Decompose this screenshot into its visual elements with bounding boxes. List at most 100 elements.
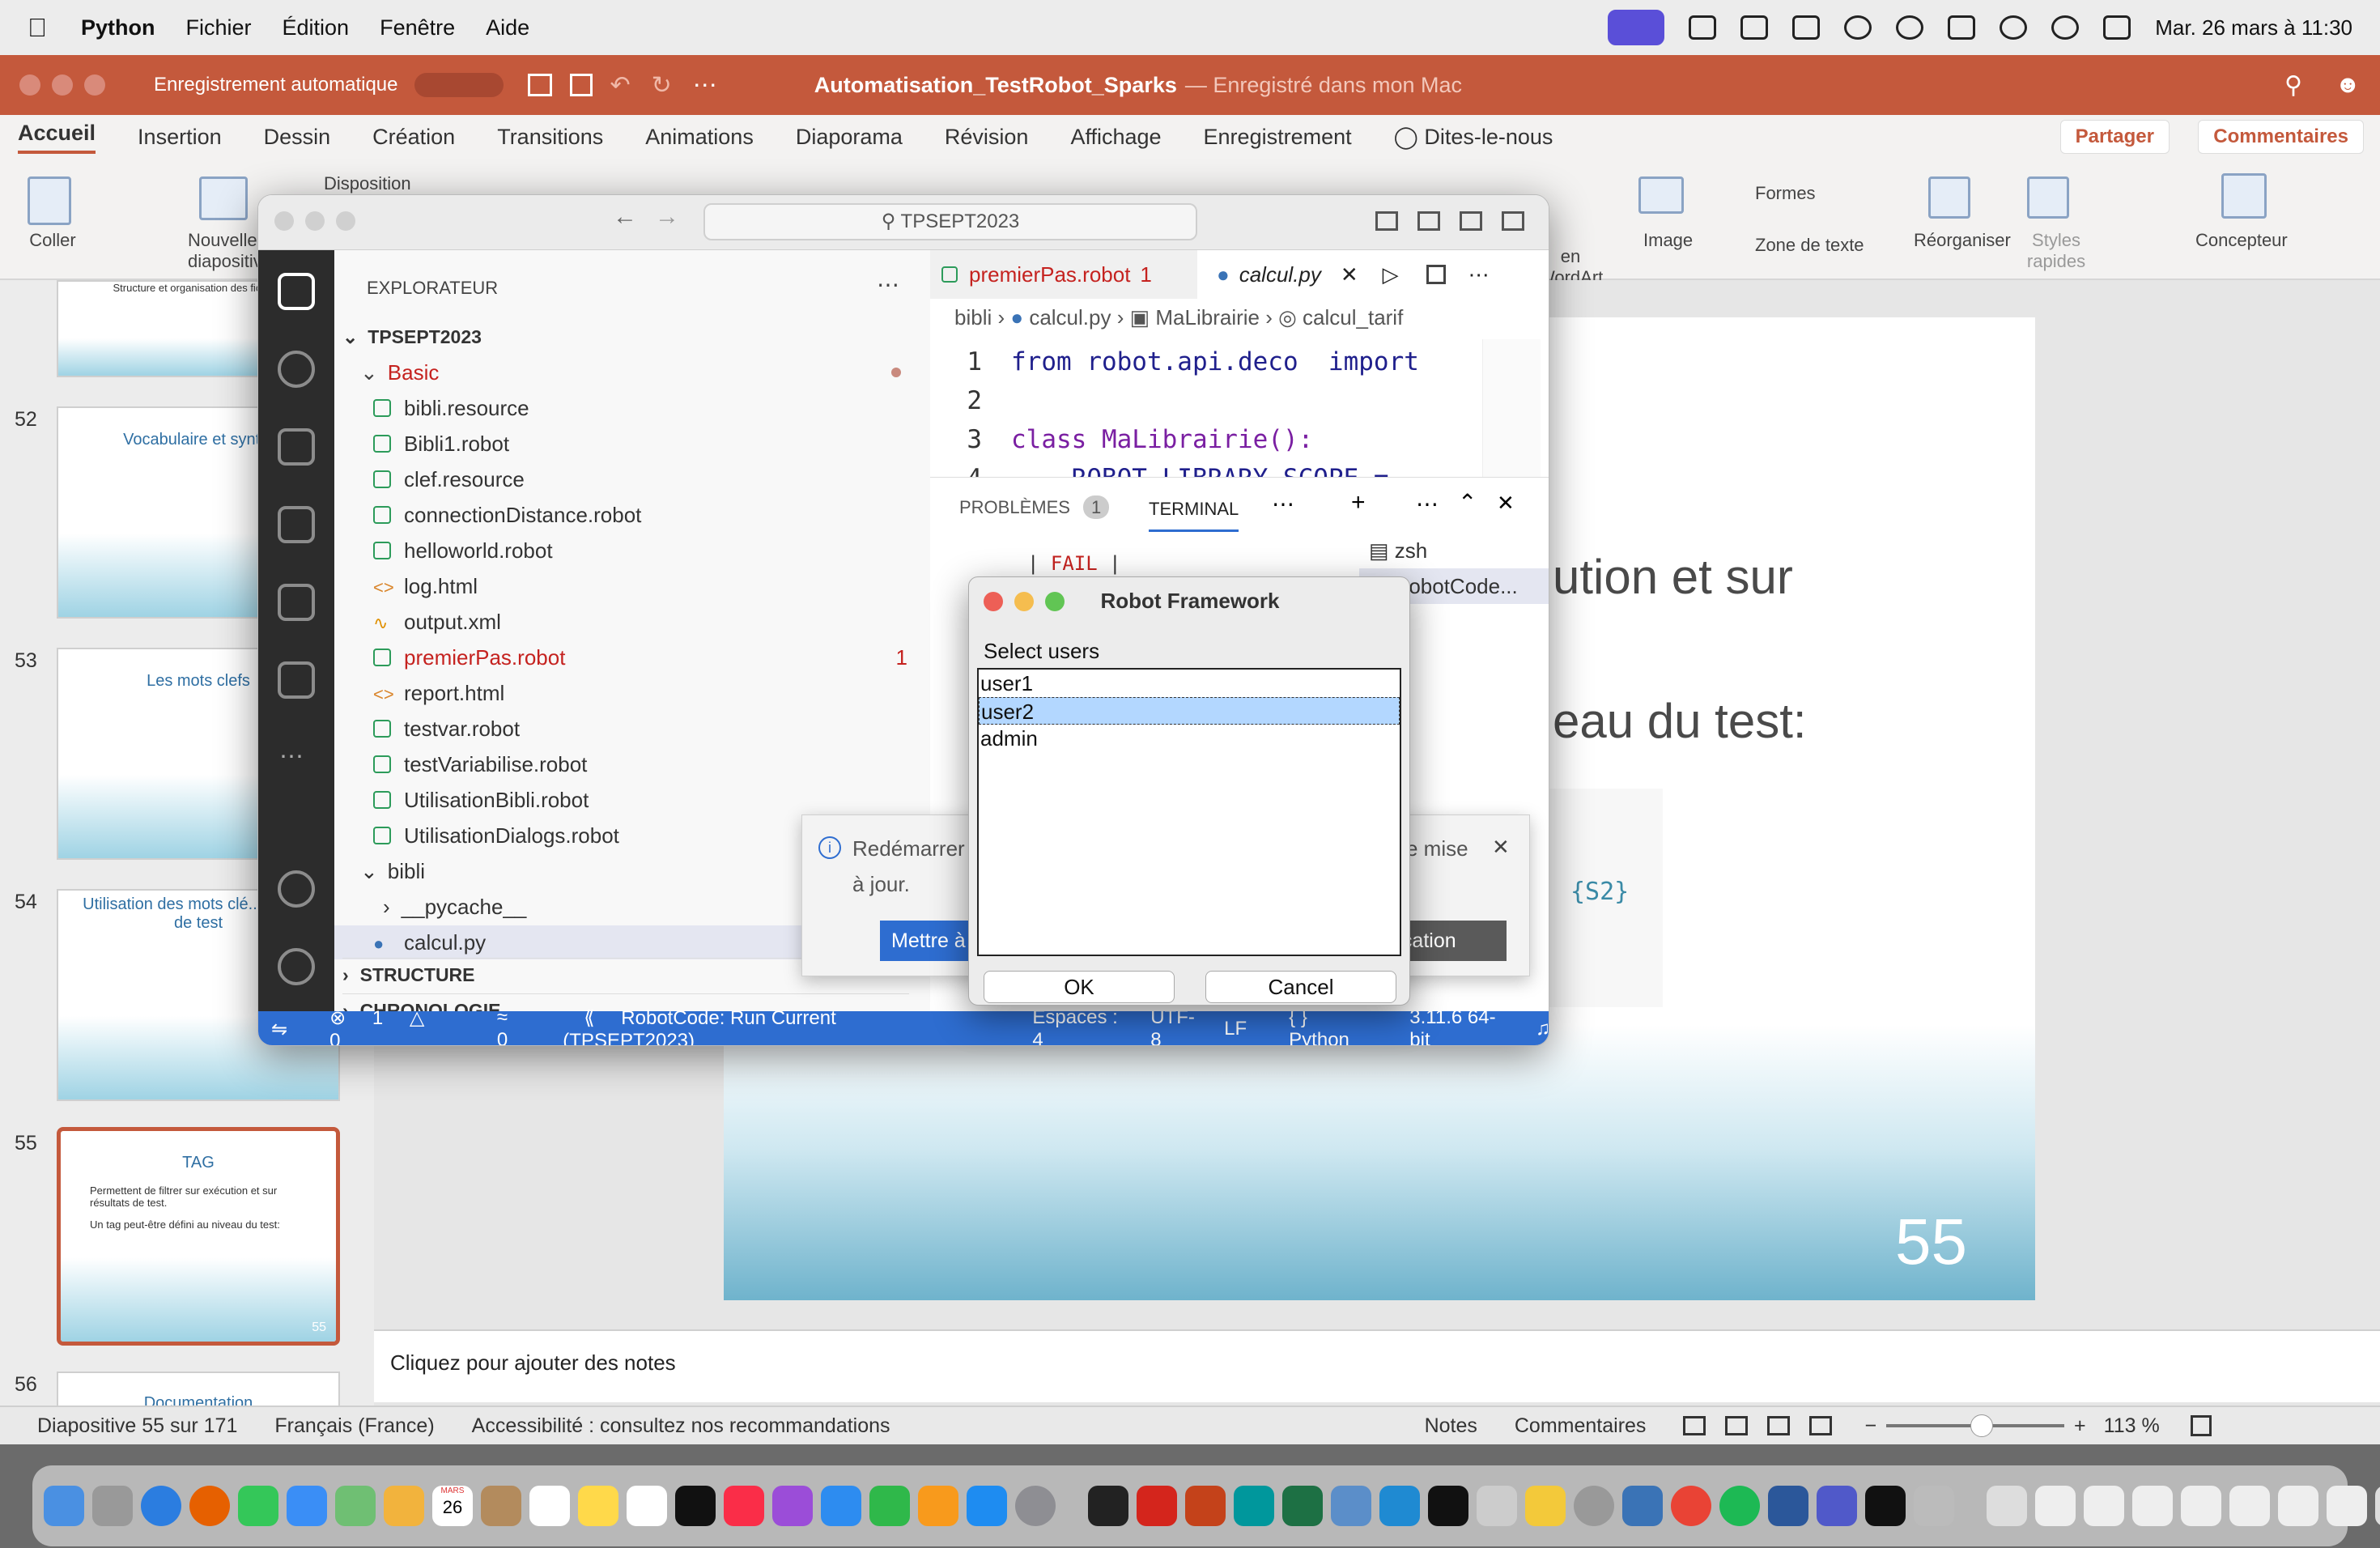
code-line[interactable]: 2 [930,386,1011,415]
quick-styles-icon[interactable] [2027,176,2069,219]
recent-file-icon[interactable] [2181,1486,2221,1526]
menu-app[interactable]: Python [81,15,155,40]
run-debug-icon[interactable] [278,506,315,543]
listbox-option-user1[interactable]: user1 [979,670,1400,697]
close-icon[interactable]: ✕ [1492,835,1510,860]
undo-icon[interactable]: ↶ [610,71,631,100]
reading-view-icon[interactable] [1767,1416,1791,1435]
menu-edit[interactable]: Édition [283,15,350,40]
terminal-2-icon[interactable] [1428,1486,1468,1526]
mail-icon[interactable] [287,1486,327,1526]
zoom-in-button[interactable]: + [2074,1414,2086,1438]
script-editor-icon[interactable] [1914,1486,1954,1526]
arrange-icon[interactable] [1928,176,1970,219]
tell-me[interactable]: ◯ Dites-le-nous [1394,125,1553,150]
tab-dessin[interactable]: Dessin [264,125,331,150]
calendar-icon[interactable]: MARS 26 [432,1486,473,1526]
firefox-icon[interactable] [189,1486,230,1526]
image-icon[interactable] [1638,176,1684,214]
normal-view-icon[interactable] [1683,1416,1706,1435]
ports-status[interactable]: ≈ 0 [476,1006,542,1045]
pages-icon[interactable] [918,1486,958,1526]
tab-animations[interactable]: Animations [645,125,754,150]
code-line[interactable]: 3 class MaLibrairie(): [930,425,1313,454]
terminal-output[interactable]: | FAIL | [1027,552,1121,575]
freeform-icon[interactable] [627,1486,667,1526]
pen-icon[interactable] [1792,15,1821,40]
panel-tab-problems[interactable]: PROBLÈMES 1 [959,495,1110,519]
workspace-folder[interactable]: ⌄ TPSEPT2023 [342,320,909,354]
tex-icon[interactable] [1574,1486,1614,1526]
notifications-bell-icon[interactable]: ♫ [1536,1018,1549,1040]
tab-enregistrement[interactable]: Enregistrement [1204,125,1352,150]
slide-thumb-55[interactable]: TAG Permettent de filtrer sur exécution … [57,1127,340,1346]
numbers-icon[interactable] [869,1486,910,1526]
search-icon[interactable]: ⚲ [2284,71,2302,100]
zoom-out-button[interactable]: − [1864,1414,1876,1438]
share-button[interactable]: Partager [2059,120,2170,154]
breadcrumb-item[interactable]: bibli [954,305,992,330]
system-settings-icon[interactable] [1015,1486,1056,1526]
safari-icon[interactable] [141,1486,181,1526]
new-slide-label[interactable]: Nouvelle diapositive [188,230,261,272]
breadcrumb-item[interactable]: calcul.py [1029,305,1111,330]
command-center-search[interactable]: ⚲ TPSEPT2023 [703,203,1197,240]
paste-label[interactable]: Coller [24,230,81,251]
menu-window[interactable]: Fenêtre [380,15,455,40]
clock[interactable]: Mar. 26 mars à 11:30 [2155,15,2352,40]
tab-accueil[interactable]: Accueil [18,121,96,154]
tab-affichage[interactable]: Affichage [1070,125,1161,150]
paste-icon[interactable] [28,176,71,225]
file-item[interactable]: testvar.robot [373,712,940,746]
fit-to-window-icon[interactable] [2190,1415,2212,1436]
tab-calcul[interactable]: ● calcul.py ✕ ▷ ⋯ [1197,250,1549,299]
slideshow-view-icon[interactable] [1809,1416,1833,1435]
zoom-window-button[interactable] [84,74,105,96]
file-item[interactable]: connectionDistance.robot [373,498,940,532]
interpreter-status[interactable]: 3.11.6 64-bit [1409,1006,1511,1045]
eol-status[interactable]: LF [1224,1018,1247,1040]
intellij-icon[interactable] [1865,1486,1906,1526]
search-icon[interactable] [278,351,315,388]
recent-file-icon[interactable] [2327,1486,2367,1526]
dropbox-icon[interactable] [1740,15,1769,40]
breadcrumb-item[interactable]: MaLibrairie [1155,305,1260,330]
account-icon[interactable]: ☻ [2335,71,2361,99]
file-item[interactable]: helloworld.robot [373,534,940,568]
panel-tab-terminal[interactable]: TERMINAL [1149,499,1239,532]
accessibility-status[interactable]: Accessibilité : consultez nos recommanda… [472,1414,890,1438]
tv-icon[interactable] [675,1486,716,1526]
image-label[interactable]: Image [1643,230,1693,251]
comments-toggle[interactable]: Commentaires [1515,1414,1647,1438]
account-icon[interactable] [278,870,315,908]
file-item[interactable]: <> log.html [373,569,940,603]
toggle-panel-icon[interactable] [1417,211,1440,231]
more-icon[interactable]: ⋯ [693,71,717,100]
contacts-icon[interactable] [481,1486,521,1526]
tab-revision[interactable]: Révision [945,125,1029,150]
textbox-button[interactable]: Zone de texte [1755,235,1864,256]
tab-premierpas[interactable]: premierPas.robot 1 [930,250,1197,299]
python-icon[interactable] [1622,1486,1663,1526]
tab-diaporama[interactable]: Diaporama [796,125,903,150]
minimap[interactable] [1482,339,1541,477]
vscode-icon[interactable] [1379,1486,1420,1526]
breadcrumb-item[interactable]: calcul_tarif [1303,305,1403,330]
notes-pane[interactable]: Cliquez pour ajouter des notes [374,1329,2380,1402]
home-icon[interactable] [527,74,552,96]
tab-transitions[interactable]: Transitions [497,125,603,150]
music-icon[interactable] [724,1486,764,1526]
podcasts-icon[interactable] [772,1486,813,1526]
close-window-button[interactable] [19,74,40,96]
screen-mirroring-icon[interactable] [1608,10,1665,45]
listbox-option-admin[interactable]: admin [979,725,1400,752]
teams-icon[interactable] [1817,1486,1857,1526]
manage-gear-icon[interactable] [278,948,315,985]
new-terminal-icon[interactable]: + [1351,489,1366,517]
explorer-more-icon[interactable]: ⋯ [877,271,899,298]
close-tab-icon[interactable]: ✕ [1341,262,1358,287]
tab-insertion[interactable]: Insertion [138,125,222,150]
split-editor-icon[interactable] [1426,265,1446,284]
quick-styles-label[interactable]: Styles rapides [2024,230,2089,272]
listbox-option-user2[interactable]: user2 [979,697,1400,725]
